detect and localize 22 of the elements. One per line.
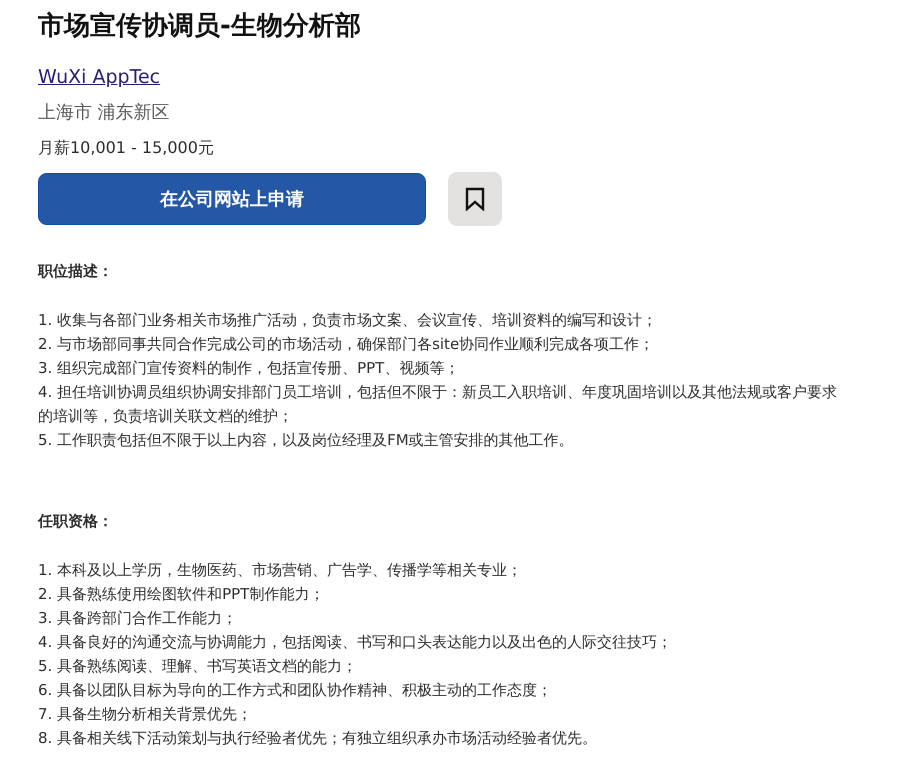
list-item: 4. 具备良好的沟通交流与协调能力，包括阅读、书写和口头表达能力以及出色的人际交往技巧； xyxy=(38,632,674,653)
section-heading: 职位描述： xyxy=(38,261,113,282)
location-text: 上海市 浦东新区 xyxy=(38,101,170,125)
company-link[interactable]: WuXi AppTec xyxy=(38,64,160,90)
list-item: 5. 具备熟练阅读、理解、书写英语文档的能力； xyxy=(38,656,358,677)
bookmark-icon xyxy=(465,187,485,211)
bookmark-button[interactable] xyxy=(448,172,502,226)
list-item: 3. 具备跨部门合作工作能力； xyxy=(38,608,238,629)
section-heading: 任职资格： xyxy=(38,511,113,532)
list-item: 1. 收集与各部门业务相关市场推广活动，负责市场文案、会议宣传、培训资料的编写和设计； xyxy=(38,310,658,331)
list-item: 2. 与市场部同事共同合作完成公司的市场活动，确保部门各site协同作业顺利完成各项工作； xyxy=(38,334,656,355)
salary-text: 月薪10,001 - 15,000元 xyxy=(38,137,214,159)
list-item: 3. 组织完成部门宣传资料的制作，包括宣传册、PPT、视频等； xyxy=(38,358,460,379)
list-item: 2. 具备熟练使用绘图软件和PPT制作能力； xyxy=(38,584,326,605)
list-item: 4. 担任培训协调员组织协调安排部门员工培训，包括但不限于：新员工入职培训、年度巩固培训以及其他法规或客户要求的培训等，负责培训关联文档的维护； xyxy=(38,382,838,427)
job-title: 市场宣传协调员-生物分析部 xyxy=(38,10,362,43)
list-item: 1. 本科及以上学历，生物医药、市场营销、广告学、传播学等相关专业； xyxy=(38,560,524,581)
list-item: 8. 具备相关线下活动策划与执行经验者优先；有独立组织承办市场活动经验者优先。 xyxy=(38,728,598,749)
list-item: 7. 具备生物分析相关背景优先； xyxy=(38,704,254,725)
list-item: 6. 具备以团队目标为导向的工作方式和团队协作精神、积极主动的工作态度； xyxy=(38,680,554,701)
list-item: 5. 工作职责包括但不限于以上内容，以及岗位经理及FM或主管安排的其他工作。 xyxy=(38,430,575,451)
apply-button[interactable]: 在公司网站上申请 xyxy=(38,173,426,225)
